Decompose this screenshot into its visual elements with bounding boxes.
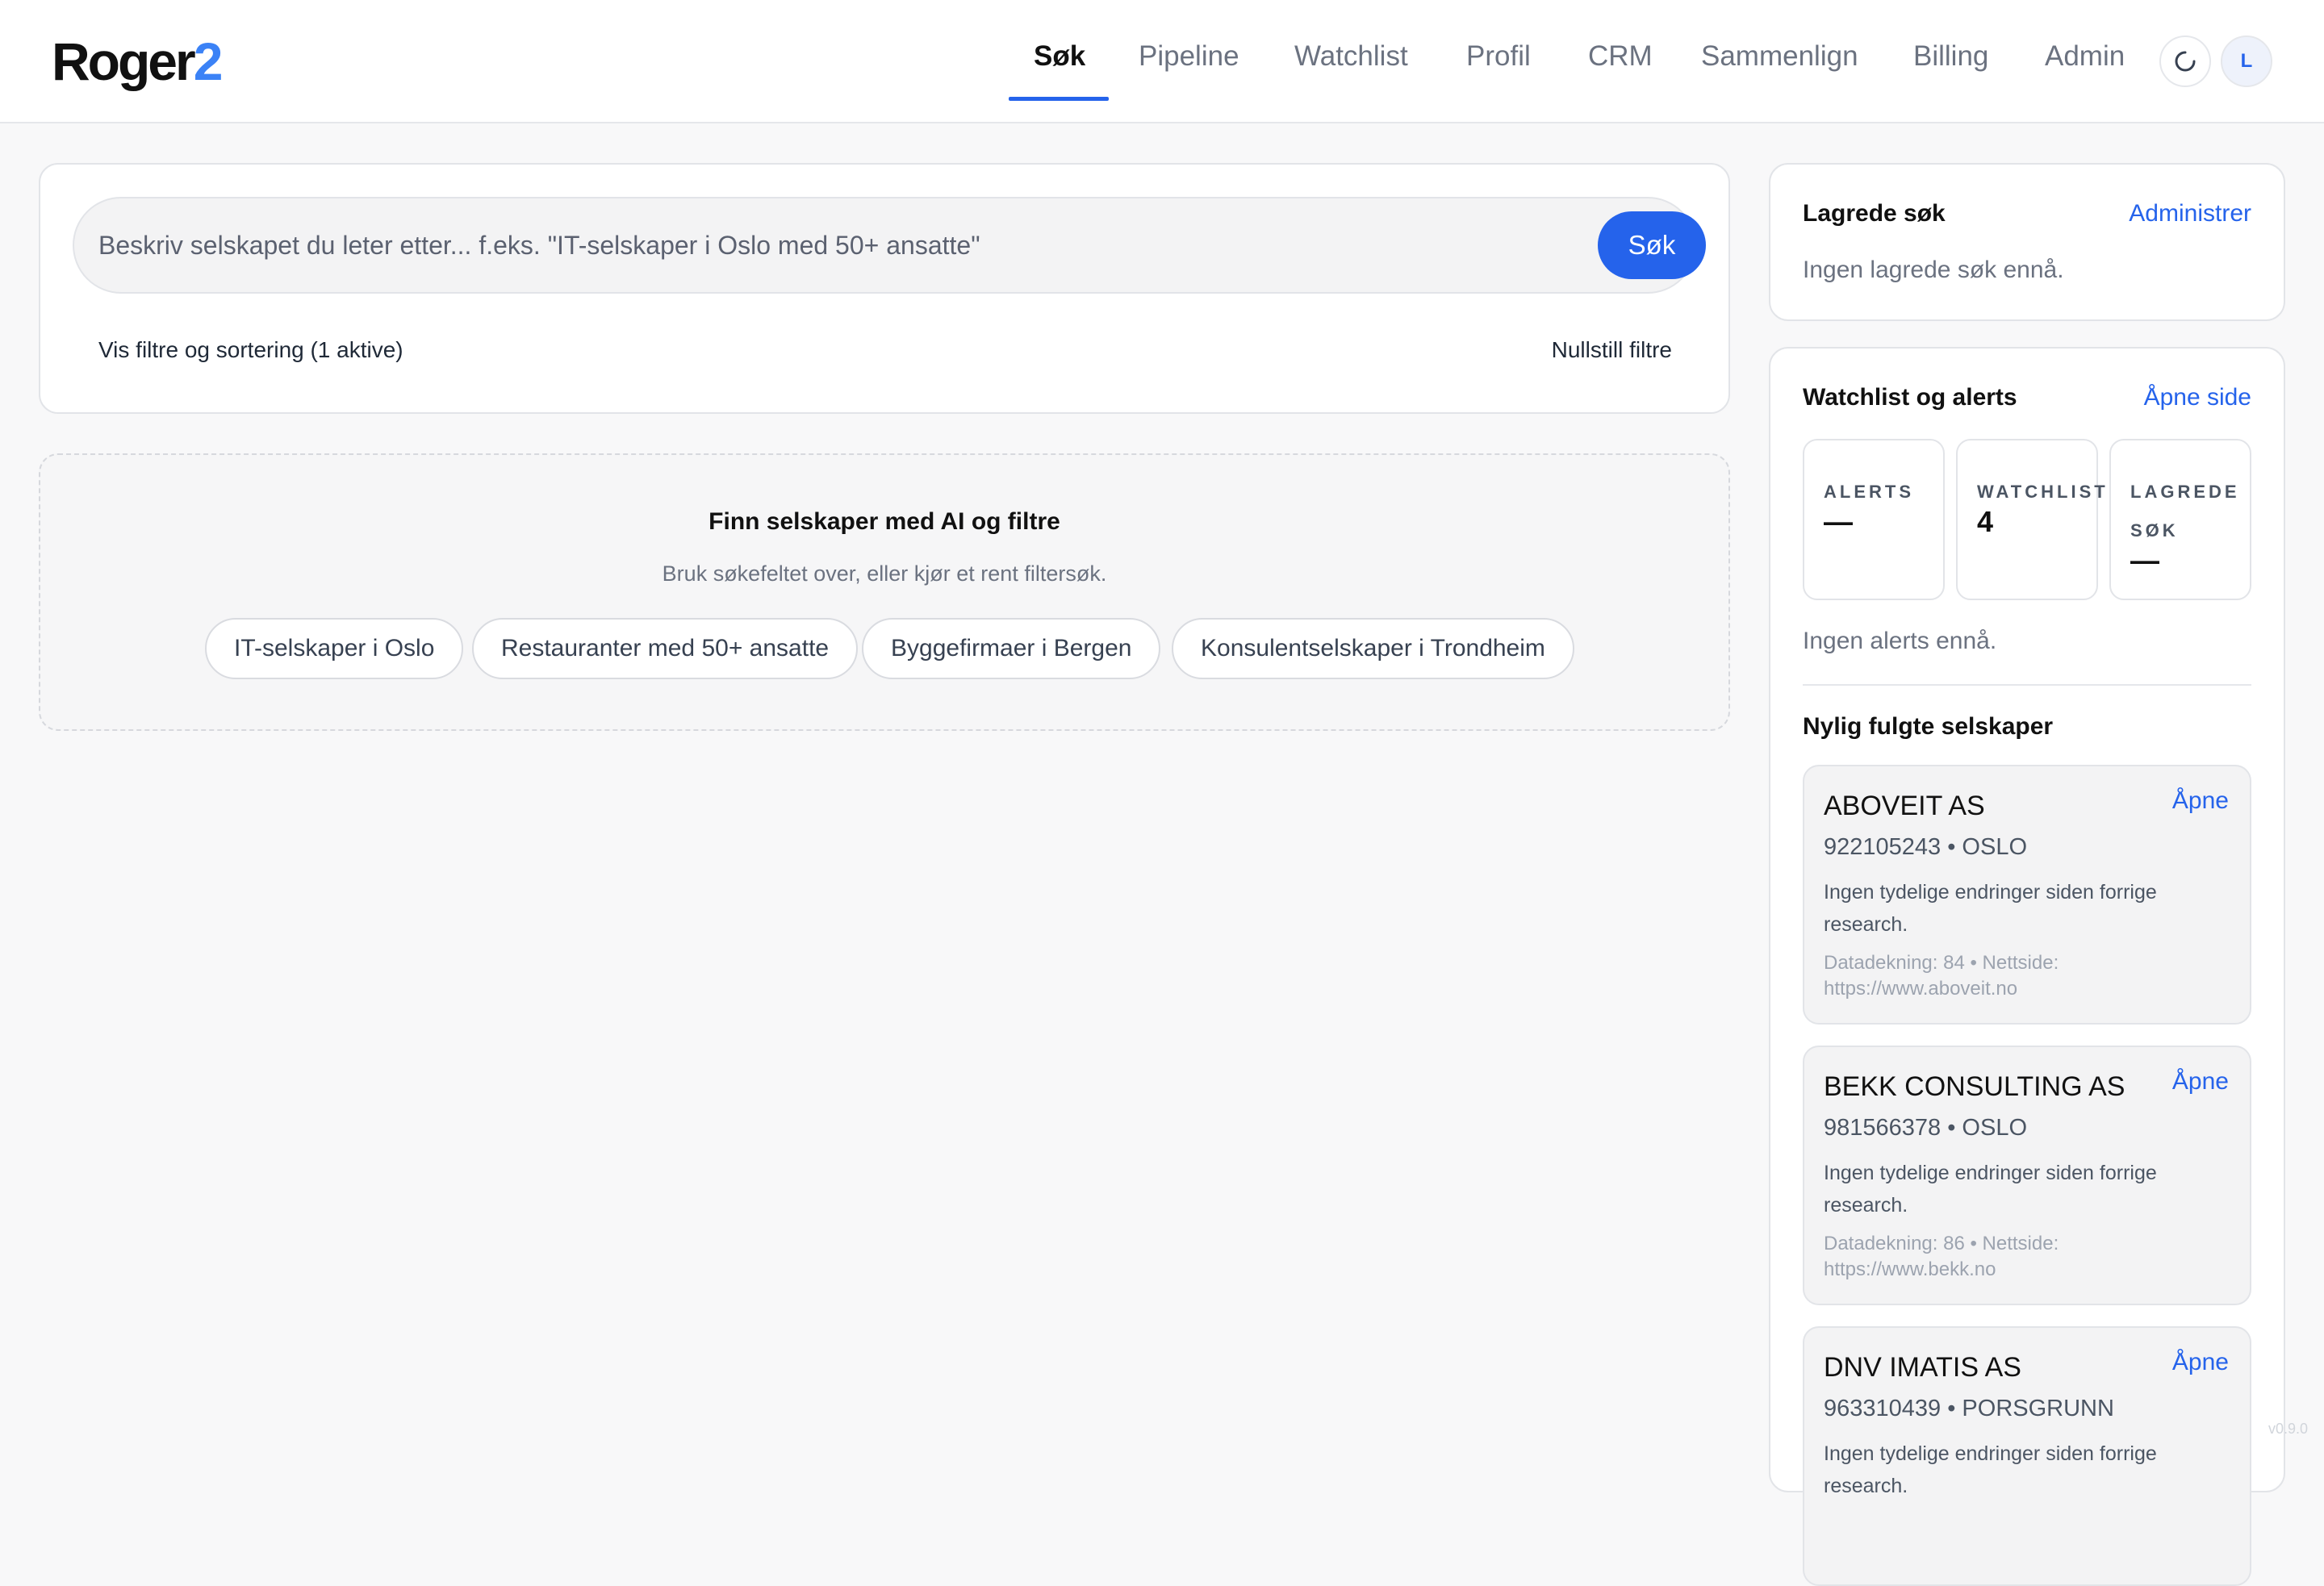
suggestion-chip[interactable]: IT-selskaper i Oslo xyxy=(205,618,463,679)
refresh-icon xyxy=(2174,50,2197,73)
saved-searches-title: Lagrede søk xyxy=(1803,200,1946,227)
user-avatar[interactable]: L xyxy=(2221,35,2272,87)
manage-saved-searches-link[interactable]: Administrer xyxy=(2129,200,2251,227)
nav-item-billing[interactable]: Billing xyxy=(1913,40,1988,73)
company-note: Ingen tydelige endringer siden forrige r… xyxy=(1824,1438,2227,1502)
stat-saved-searches: LAGREDE SØK — xyxy=(2109,439,2251,600)
stat-alerts: ALERTS — xyxy=(1803,439,1945,600)
suggestion-chip[interactable]: Konsulentselskaper i Trondheim xyxy=(1172,618,1574,679)
company-card[interactable]: DNV IMATIS AS Åpne 963310439 • PORSGRUNN… xyxy=(1803,1326,2251,1586)
filters-toggle[interactable]: Vis filtre og sortering (1 aktive) xyxy=(98,337,403,363)
open-company-link[interactable]: Åpne xyxy=(2172,1068,2229,1096)
nav-item-admin[interactable]: Admin xyxy=(2045,40,2125,73)
company-card[interactable]: ABOVEIT AS Åpne 922105243 • OSLO Ingen t… xyxy=(1803,765,2251,1025)
open-watchlist-link[interactable]: Åpne side xyxy=(2144,384,2251,411)
company-name: DNV IMATIS AS xyxy=(1824,1352,2021,1384)
stat-value: — xyxy=(2130,544,2159,578)
company-card[interactable]: BEKK CONSULTING AS Åpne 981566378 • OSLO… xyxy=(1803,1046,2251,1305)
version-label: v0.9.0 xyxy=(2268,1421,2308,1438)
nav-item-profil[interactable]: Profil xyxy=(1466,40,1531,73)
company-coverage: Datadekning: 84 • Nettside: https://www.… xyxy=(1824,950,2227,1002)
saved-searches-card: Lagrede søk Administrer Ingen lagrede sø… xyxy=(1769,163,2285,321)
nav-item-crm[interactable]: CRM xyxy=(1588,40,1653,73)
empty-state-subtitle: Bruk søkefeltet over, eller kjør et rent… xyxy=(40,561,1728,586)
search-field: Søk xyxy=(73,197,1696,294)
empty-state-title: Finn selskaper med AI og filtre xyxy=(40,508,1728,536)
stat-watchlist: WATCHLIST 4 xyxy=(1956,439,2098,600)
search-card: Søk Vis filtre og sortering (1 aktive) N… xyxy=(39,163,1730,414)
active-tab-indicator xyxy=(1009,97,1109,101)
saved-searches-empty: Ingen lagrede søk ennå. xyxy=(1803,257,2064,284)
main-nav: Søk Pipeline Watchlist Profil CRM Sammen… xyxy=(0,0,2324,123)
alerts-empty: Ingen alerts ennå. xyxy=(1803,628,1996,655)
company-meta: 922105243 • OSLO xyxy=(1824,834,2027,861)
company-note: Ingen tydelige endringer siden forrige r… xyxy=(1824,876,2227,941)
empty-state-panel: Finn selskaper med AI og filtre Bruk søk… xyxy=(39,453,1730,731)
nav-item-sok[interactable]: Søk xyxy=(1034,40,1085,73)
search-button[interactable]: Søk xyxy=(1598,211,1706,279)
nav-item-sammenlign[interactable]: Sammenlign xyxy=(1701,40,1858,73)
divider xyxy=(1803,684,2251,686)
watchlist-title: Watchlist og alerts xyxy=(1803,384,2017,411)
company-coverage: Datadekning: 86 • Nettside: https://www.… xyxy=(1824,1231,2227,1283)
nav-item-watchlist[interactable]: Watchlist xyxy=(1294,40,1408,73)
open-company-link[interactable]: Åpne xyxy=(2172,1349,2229,1376)
suggestion-chip[interactable]: Restauranter med 50+ ansatte xyxy=(472,618,858,679)
search-input[interactable] xyxy=(98,219,1599,271)
reset-filters-button[interactable]: Nullstill filtre xyxy=(1552,337,1672,363)
nav-item-pipeline[interactable]: Pipeline xyxy=(1139,40,1239,73)
company-meta: 981566378 • OSLO xyxy=(1824,1115,2027,1142)
open-company-link[interactable]: Åpne xyxy=(2172,787,2229,815)
top-navigation-bar: Roger2 Søk Pipeline Watchlist Profil CRM… xyxy=(0,0,2324,123)
stat-label: LAGREDE SØK xyxy=(2130,473,2251,550)
refresh-button[interactable] xyxy=(2159,35,2211,87)
company-name: ABOVEIT AS xyxy=(1824,791,1985,822)
watchlist-alerts-card: Watchlist og alerts Åpne side ALERTS — W… xyxy=(1769,347,2285,1492)
stat-value: — xyxy=(1824,505,1853,539)
company-note: Ingen tydelige endringer siden forrige r… xyxy=(1824,1157,2227,1221)
suggestion-chip[interactable]: Byggefirmaer i Bergen xyxy=(862,618,1160,679)
recent-companies-title: Nylig fulgte selskaper xyxy=(1803,713,2053,741)
company-name: BEKK CONSULTING AS xyxy=(1824,1071,2125,1103)
stat-value: 4 xyxy=(1977,505,1993,539)
company-meta: 963310439 • PORSGRUNN xyxy=(1824,1396,2114,1422)
stat-label: WATCHLIST xyxy=(1977,473,2098,511)
